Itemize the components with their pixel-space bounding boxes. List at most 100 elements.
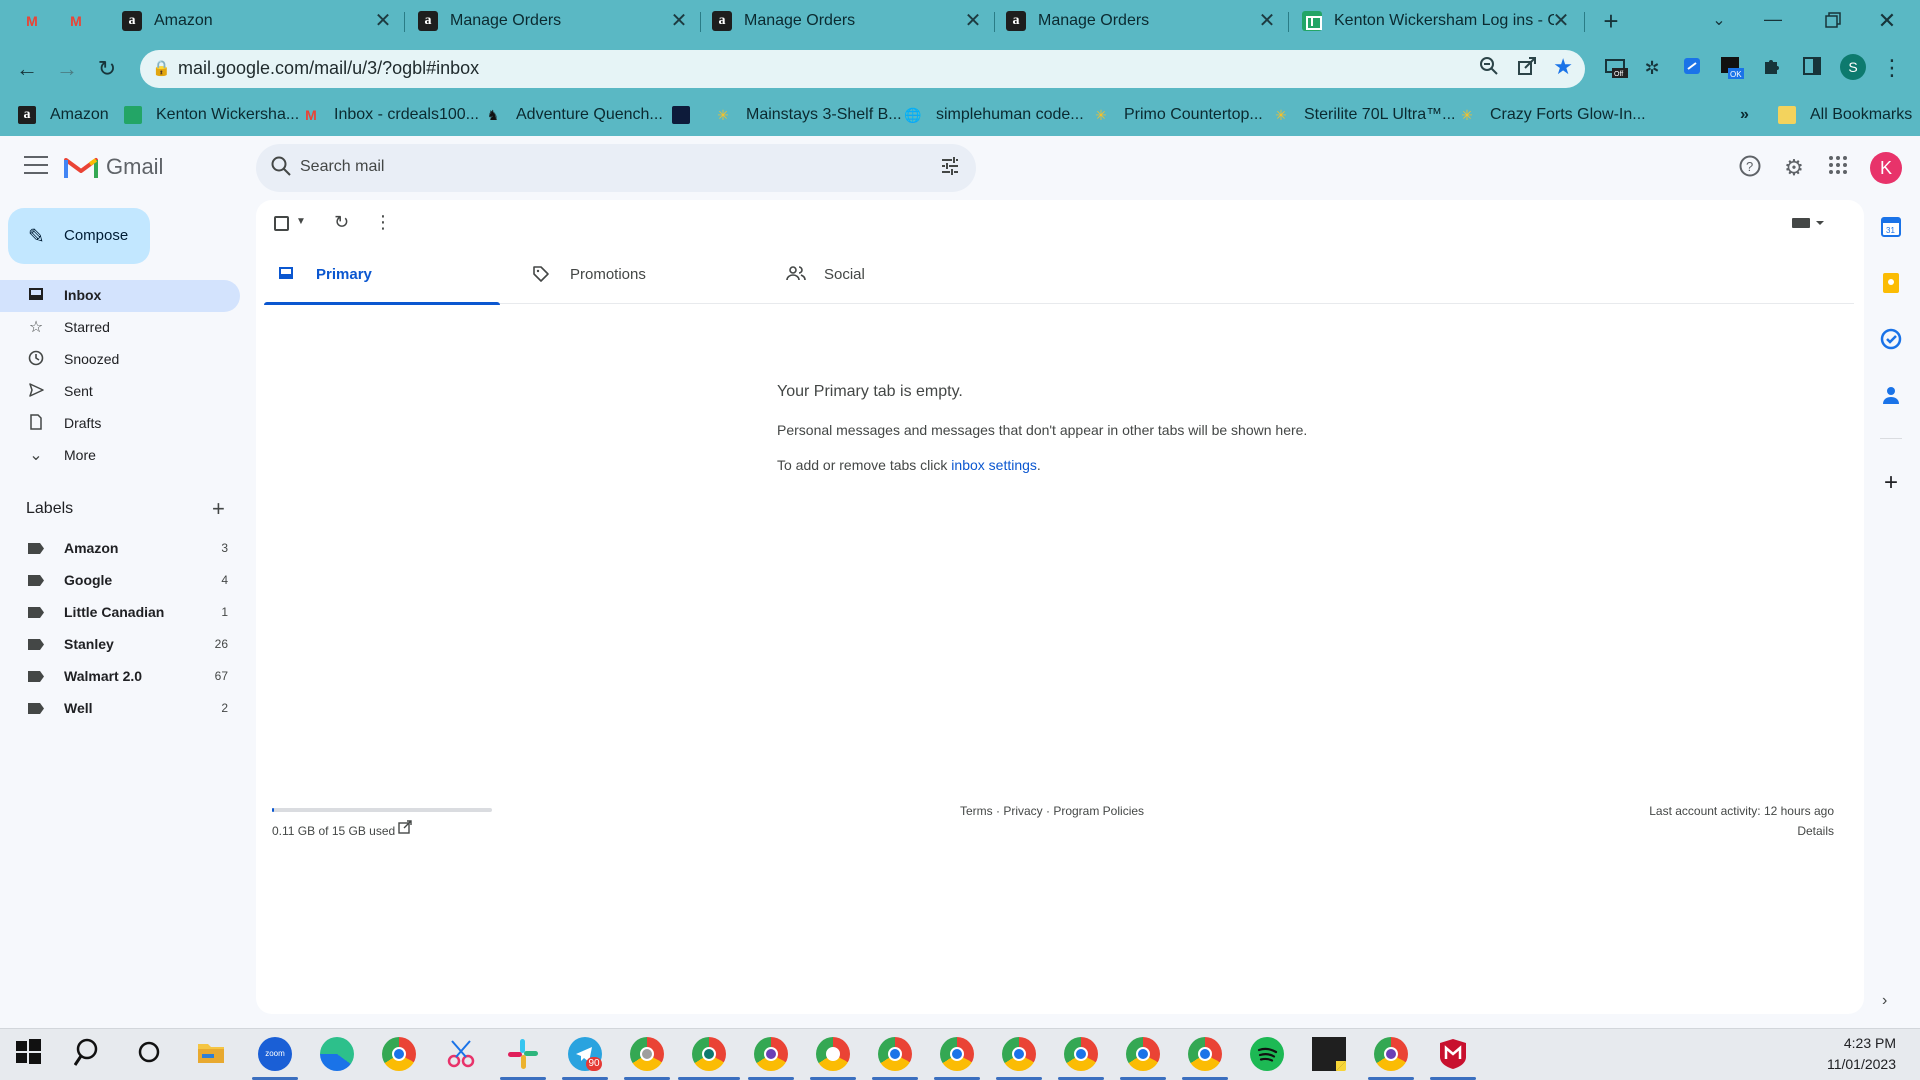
- nav-item-starred[interactable]: ☆ Starred: [0, 312, 240, 344]
- back-icon[interactable]: ←: [12, 54, 42, 84]
- chrome-profile-icon[interactable]: [1188, 1037, 1222, 1071]
- extension-link-icon[interactable]: [1680, 56, 1704, 80]
- bookmark-crazy-forts[interactable]: ✳ Crazy Forts Glow-In...: [1458, 106, 1645, 124]
- close-icon[interactable]: ✕: [1256, 10, 1278, 32]
- inbox-settings-link[interactable]: inbox settings: [951, 457, 1037, 473]
- nav-item-sent[interactable]: Sent: [0, 376, 240, 408]
- browser-tab-amazon[interactable]: a Amazon ✕: [122, 0, 404, 42]
- browser-menu-icon[interactable]: ⋮: [1880, 56, 1904, 80]
- mcafee-icon[interactable]: [1436, 1037, 1470, 1071]
- search-icon[interactable]: [270, 155, 292, 182]
- get-addons-plus-icon[interactable]: +: [1880, 471, 1902, 495]
- nav-item-drafts[interactable]: Drafts: [0, 408, 240, 440]
- telegram-icon[interactable]: 90: [568, 1037, 602, 1071]
- search-bar[interactable]: Search mail: [256, 144, 976, 192]
- apps-grid-icon[interactable]: [1824, 154, 1852, 182]
- settings-gear-icon[interactable]: ⚙: [1780, 154, 1808, 182]
- account-avatar[interactable]: K: [1870, 152, 1902, 184]
- all-bookmarks[interactable]: All Bookmarks: [1778, 106, 1912, 124]
- chrome-profile-icon[interactable]: [1374, 1037, 1408, 1071]
- snipping-tool-icon[interactable]: [444, 1037, 478, 1071]
- chrome-profile-icon[interactable]: [940, 1037, 974, 1071]
- refresh-icon[interactable]: ↻: [334, 212, 349, 233]
- label-item-well[interactable]: Well 2: [0, 692, 240, 724]
- label-item-google[interactable]: Google 4: [0, 564, 240, 596]
- taskbar-search-icon[interactable]: [73, 1037, 108, 1071]
- manage-storage-icon[interactable]: [398, 820, 412, 837]
- close-icon[interactable]: ✕: [372, 10, 394, 32]
- forward-icon[interactable]: →: [52, 54, 82, 84]
- spotify-icon[interactable]: [1250, 1037, 1284, 1071]
- nav-item-more[interactable]: ⌄ More: [0, 440, 240, 472]
- chrome-profile-icon[interactable]: [1126, 1037, 1160, 1071]
- close-icon[interactable]: ✕: [1550, 10, 1572, 32]
- main-menu-icon[interactable]: [24, 156, 48, 176]
- zoom-icon[interactable]: [1479, 56, 1499, 82]
- task-view-icon[interactable]: [134, 1037, 168, 1071]
- bookmark-kenton-sheet[interactable]: Kenton Wickersha...: [124, 106, 299, 124]
- extensions-puzzle-icon[interactable]: [1760, 56, 1784, 80]
- reload-icon[interactable]: ↻: [92, 54, 122, 84]
- label-item-stanley[interactable]: Stanley 26: [0, 628, 240, 660]
- browser-profile-avatar[interactable]: S: [1840, 54, 1866, 80]
- address-url[interactable]: mail.google.com/mail/u/3/?ogbl#inbox: [178, 58, 479, 79]
- activity-details-link[interactable]: Details: [1797, 824, 1834, 838]
- chrome-profile-icon[interactable]: [382, 1037, 416, 1071]
- help-icon[interactable]: ?: [1736, 154, 1764, 182]
- bookmark-simplehuman[interactable]: 🌐 simplehuman code...: [904, 106, 1083, 124]
- bookmark-mainstays[interactable]: ✳ Mainstays 3-Shelf B...: [714, 106, 902, 124]
- extension-off-icon[interactable]: Off: [1604, 56, 1628, 80]
- gmail-wordmark[interactable]: Gmail: [106, 154, 163, 180]
- extension-gear-icon[interactable]: ✲: [1640, 56, 1664, 80]
- chrome-profile-icon[interactable]: [754, 1037, 788, 1071]
- select-all-checkbox[interactable]: [274, 216, 289, 236]
- tab-promotions[interactable]: Promotions: [518, 248, 754, 304]
- address-bar[interactable]: 🔒 mail.google.com/mail/u/3/?ogbl#inbox ★: [140, 50, 1585, 88]
- chrome-profile-icon[interactable]: [878, 1037, 912, 1071]
- contacts-icon[interactable]: [1880, 384, 1902, 406]
- chrome-profile-icon[interactable]: [816, 1037, 850, 1071]
- gmail-logo-icon[interactable]: [64, 154, 98, 185]
- extension-ok-icon[interactable]: OK: [1720, 56, 1744, 80]
- search-input[interactable]: Search mail: [300, 158, 384, 176]
- more-bookmarks-chevron[interactable]: »: [1740, 106, 1749, 124]
- browser-tab-gmail-active[interactable]: M: [66, 0, 96, 42]
- chrome-profile-icon[interactable]: [1064, 1037, 1098, 1071]
- minimize-icon[interactable]: —: [1758, 4, 1788, 34]
- nav-item-inbox[interactable]: Inbox: [0, 280, 240, 312]
- close-icon[interactable]: ✕: [668, 10, 690, 32]
- window-close-icon[interactable]: ✕: [1872, 6, 1902, 36]
- input-tools-keyboard-icon[interactable]: [1792, 216, 1826, 235]
- browser-tab-manage-orders-3[interactable]: a Manage Orders ✕: [1006, 0, 1288, 42]
- new-tab-icon[interactable]: +: [1596, 6, 1626, 36]
- restore-icon[interactable]: [1818, 6, 1848, 36]
- taskbar-clock-date[interactable]: 11/01/2023: [1827, 1056, 1896, 1072]
- bookmark-amazon[interactable]: a Amazon: [18, 106, 109, 124]
- close-icon[interactable]: ✕: [962, 10, 984, 32]
- bookmark-dark-site[interactable]: [672, 106, 704, 124]
- more-options-icon[interactable]: ⋮: [374, 212, 392, 233]
- bookmark-star-icon[interactable]: ★: [1553, 54, 1573, 80]
- bookmark-primo[interactable]: ✳ Primo Countertop...: [1092, 106, 1263, 124]
- label-item-walmart[interactable]: Walmart 2.0 67: [0, 660, 240, 692]
- file-explorer-icon[interactable]: [196, 1037, 230, 1071]
- add-label-icon[interactable]: +: [212, 496, 225, 522]
- taskbar-clock-time[interactable]: 4:23 PM: [1844, 1035, 1896, 1051]
- tab-social[interactable]: Social: [772, 248, 1008, 304]
- footer-policy-links[interactable]: Terms · Privacy · Program Policies: [960, 804, 1144, 818]
- bookmark-inbox-crdeals[interactable]: M Inbox - crdeals100...: [302, 106, 479, 124]
- select-dropdown-icon[interactable]: ▼: [296, 216, 306, 227]
- nav-item-snoozed[interactable]: Snoozed: [0, 344, 240, 376]
- compose-button[interactable]: ✎ Compose: [8, 208, 150, 264]
- bookmark-sterilite[interactable]: ✳ Sterilite 70L Ultra™...: [1272, 106, 1455, 124]
- browser-tab-manage-orders-1[interactable]: a Manage Orders ✕: [418, 0, 700, 42]
- edge-browser-icon[interactable]: [320, 1037, 354, 1071]
- windows-start-icon[interactable]: [14, 1037, 48, 1071]
- zoom-app-icon[interactable]: zoom: [258, 1037, 292, 1071]
- bookmark-adventure-quencher[interactable]: ♞ Adventure Quench...: [484, 106, 663, 124]
- side-panel-expand-icon[interactable]: ›: [1882, 992, 1887, 1010]
- tasks-icon[interactable]: [1880, 328, 1902, 350]
- search-options-icon[interactable]: [940, 156, 960, 182]
- browser-tab-kenton-sheet[interactable]: Kenton Wickersham Log ins - G ✕: [1302, 0, 1582, 42]
- chrome-profile-icon[interactable]: [1002, 1037, 1036, 1071]
